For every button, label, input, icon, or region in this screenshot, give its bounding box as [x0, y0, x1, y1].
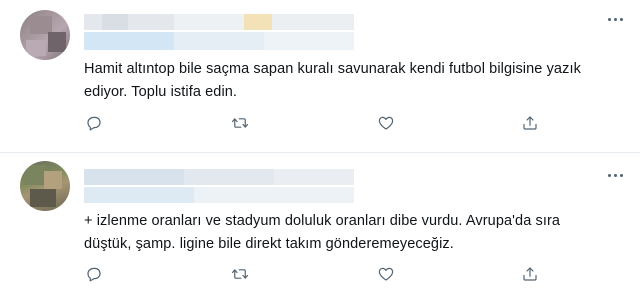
retweet-icon[interactable]	[228, 111, 252, 135]
author-handle-blurred	[84, 32, 354, 50]
more-options-icon[interactable]	[604, 14, 626, 24]
heart-icon[interactable]	[374, 262, 398, 286]
share-icon[interactable]	[518, 111, 542, 135]
tweet-actions	[78, 111, 548, 135]
author-name-blurred[interactable]	[84, 14, 354, 30]
author-handle-blurred	[84, 187, 354, 203]
more-options-icon[interactable]	[604, 170, 626, 180]
heart-icon[interactable]	[374, 111, 398, 135]
retweet-icon[interactable]	[228, 262, 252, 286]
tweet-actions	[78, 262, 548, 286]
share-icon[interactable]	[518, 262, 542, 286]
tweet-text: Hamit altıntop bile saçma sapan kuralı s…	[84, 61, 581, 100]
tweet-2[interactable]: + izlenme oranları ve stadyum doluluk or…	[0, 153, 640, 307]
tweet-1[interactable]: Hamit altıntop bile saçma sapan kuralı s…	[0, 0, 640, 152]
reply-icon[interactable]	[82, 262, 106, 286]
reply-icon[interactable]	[82, 111, 106, 135]
author-name-blurred[interactable]	[84, 169, 354, 185]
tweet-text: + izlenme oranları ve stadyum doluluk or…	[84, 213, 561, 252]
avatar[interactable]	[20, 10, 70, 60]
avatar[interactable]	[20, 161, 70, 211]
